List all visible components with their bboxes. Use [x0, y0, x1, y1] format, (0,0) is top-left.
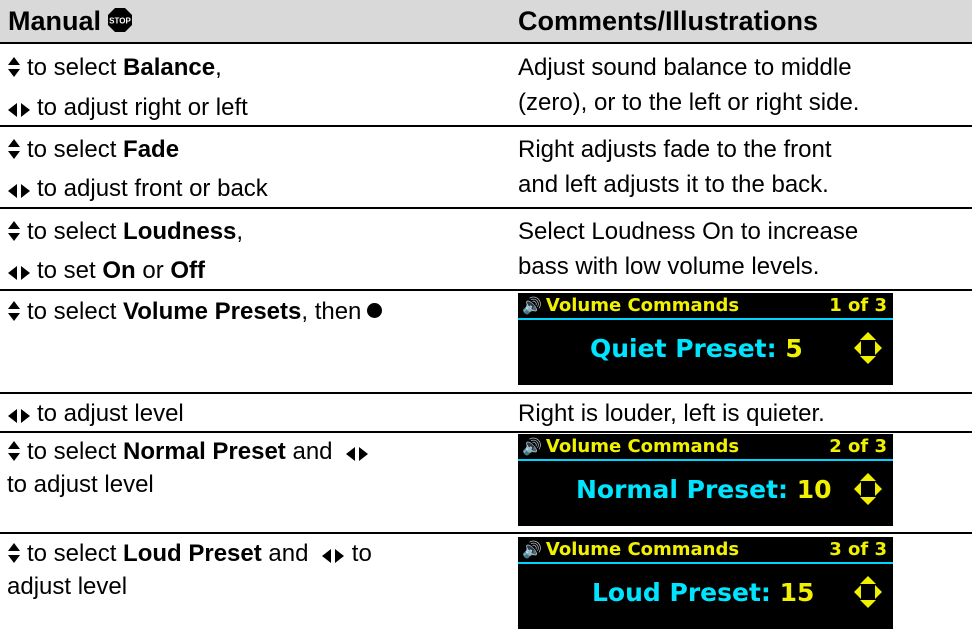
row-adjust-level: to adjust level: [7, 399, 184, 429]
row-loudness-comment1: Select Loudness On to increase: [518, 218, 859, 245]
header-manual-label: Manual: [8, 6, 102, 36]
left-right-arrows-icon: [8, 409, 30, 423]
speaker-icon: 🔊: [522, 540, 542, 559]
four-way-arrow-icon: [854, 332, 882, 364]
divider: [0, 289, 972, 291]
divider: [0, 431, 972, 433]
screen-title: 🔊 Volume Commands: [522, 539, 740, 560]
row-loudness-step2: to set On or Off: [7, 256, 205, 286]
header-manual: Manual STOP: [8, 5, 133, 37]
stop-sign-icon: STOP: [108, 8, 133, 32]
up-down-arrows-icon: [8, 139, 20, 159]
screen-title: 🔊 Volume Commands: [522, 295, 740, 316]
row-loud-step2: adjust level: [7, 573, 128, 600]
left-right-arrows-icon: [322, 549, 345, 563]
four-way-arrow-icon: [854, 473, 882, 505]
header-comments: Comments/Illustrations: [518, 6, 819, 36]
row-fade-step2: to adjust front or back: [7, 174, 268, 204]
screen-rule: [518, 318, 893, 320]
volume-screen-quiet: 🔊 Volume Commands 1 of 3 Quiet Preset: 5: [518, 293, 893, 385]
speaker-icon: 🔊: [522, 437, 542, 456]
select-dot-icon: [367, 303, 383, 318]
volume-screen-loud: 🔊 Volume Commands 3 of 3 Loud Preset: 15: [518, 537, 893, 629]
row-loudness-step1: to select Loudness,: [7, 217, 243, 247]
screen-page: 3 of 3: [829, 539, 887, 560]
left-right-arrows-icon: [8, 103, 30, 117]
row-balance-comment1: Adjust sound balance to middle: [518, 54, 852, 81]
screen-rule: [518, 562, 893, 564]
screen-preset: Quiet Preset: 5: [590, 334, 803, 363]
up-down-arrows-icon: [8, 57, 20, 77]
divider: [0, 42, 972, 44]
divider: [0, 392, 972, 394]
left-right-arrows-icon: [8, 184, 30, 198]
row-fade-comment1: Right adjusts fade to the front: [518, 136, 832, 163]
row-normal-step1: to select Normal Preset and: [7, 437, 375, 467]
screen-preset: Loud Preset: 15: [592, 578, 815, 607]
screen-page: 2 of 3: [829, 436, 887, 457]
screen-rule: [518, 459, 893, 461]
row-balance-comment2: (zero), or to the left or right side.: [518, 89, 860, 116]
screen-title: 🔊 Volume Commands: [522, 436, 740, 457]
screen-page: 1 of 3: [829, 295, 887, 316]
row-presets-step1: to select Volume Presets, then: [7, 297, 383, 327]
left-right-arrows-icon: [8, 266, 30, 280]
row-loud-step1: to select Loud Preset and to: [7, 539, 372, 569]
row-balance-step1: to select Balance,: [7, 53, 222, 83]
svg-text:STOP: STOP: [109, 17, 131, 26]
four-way-arrow-icon: [854, 576, 882, 608]
divider: [0, 125, 972, 127]
table-header: Manual STOP Comments/Illustrations: [0, 0, 972, 42]
up-down-arrows-icon: [8, 543, 20, 563]
volume-screen-normal: 🔊 Volume Commands 2 of 3 Normal Preset: 1…: [518, 434, 893, 526]
divider: [0, 207, 972, 209]
manual-table: Manual STOP Comments/Illustrations to se…: [0, 0, 972, 633]
speaker-icon: 🔊: [522, 296, 542, 315]
row-loudness-comment2: bass with low volume levels.: [518, 253, 820, 280]
row-fade-step1: to select Fade: [7, 135, 179, 165]
row-normal-step2: to adjust level: [7, 471, 154, 498]
up-down-arrows-icon: [8, 301, 20, 321]
up-down-arrows-icon: [8, 221, 20, 241]
row-adjust-comment: Right is louder, left is quieter.: [518, 400, 825, 427]
row-fade-comment2: and left adjusts it to the back.: [518, 171, 829, 198]
up-down-arrows-icon: [8, 441, 20, 461]
row-balance-step2: to adjust right or left: [7, 93, 248, 123]
divider: [0, 532, 972, 534]
left-right-arrows-icon: [346, 447, 369, 461]
screen-preset: Normal Preset: 10: [576, 475, 832, 504]
